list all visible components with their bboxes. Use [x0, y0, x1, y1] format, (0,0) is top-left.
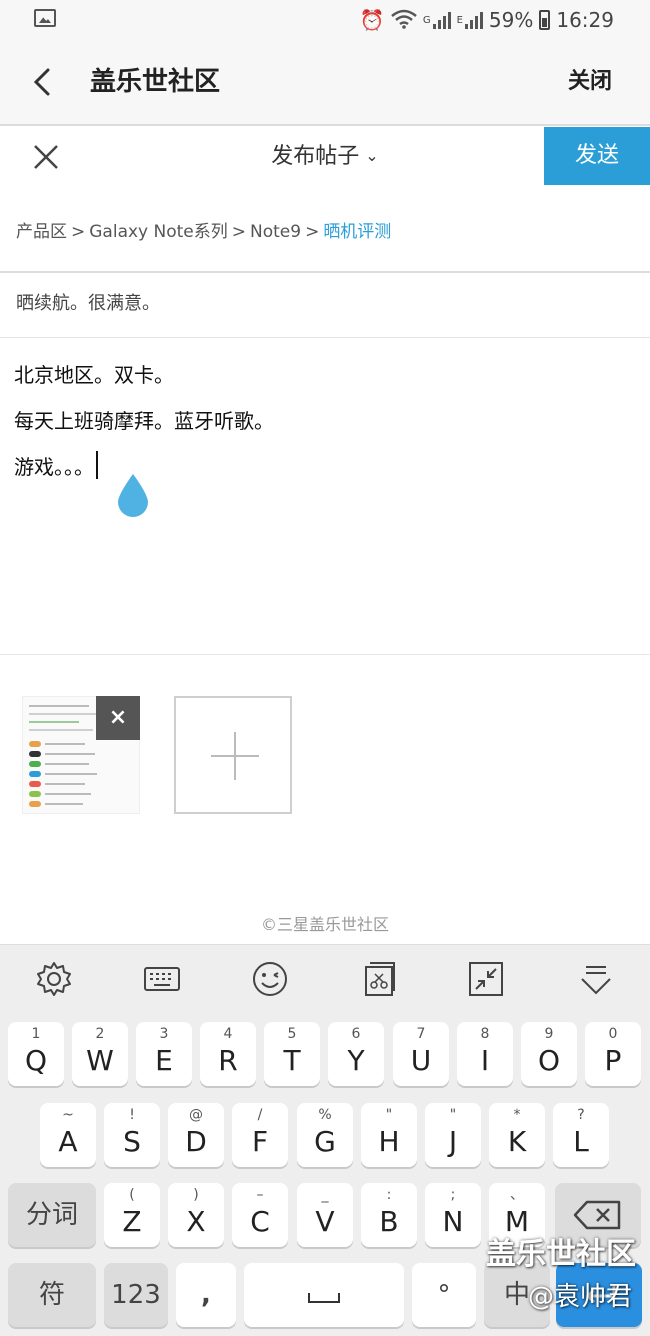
keyboard-switch-button[interactable] — [142, 959, 182, 999]
settings-button[interactable] — [34, 959, 74, 999]
back-arrow-icon — [33, 68, 50, 96]
key-k[interactable]: * K — [489, 1103, 545, 1167]
body-line: 每天上班骑摩拜。蓝牙听歌。 — [14, 409, 274, 433]
signal-2-icon — [464, 11, 483, 29]
breadcrumb-item[interactable]: Note9 — [250, 222, 301, 242]
status-bar: ⏰ G E 59% 16:29 — [0, 0, 650, 40]
key-n[interactable]: ; N — [425, 1183, 481, 1247]
key-x[interactable]: ) X — [168, 1183, 224, 1247]
remove-image-button[interactable]: × — [96, 696, 140, 740]
keyboard-icon — [144, 967, 180, 991]
key-z[interactable]: (Z — [104, 1183, 160, 1247]
key-y[interactable]: 6Y — [328, 1022, 384, 1086]
breadcrumb-separator: > — [71, 222, 86, 242]
breadcrumb-separator: > — [305, 222, 320, 242]
body-line: 北京地区。双卡。 — [14, 363, 174, 387]
alarm-icon: ⏰ — [359, 8, 385, 32]
key-j[interactable]: " J — [425, 1103, 481, 1167]
hide-keyboard-button[interactable] — [576, 959, 616, 999]
space-key[interactable] — [244, 1263, 404, 1327]
close-icon — [34, 145, 58, 169]
watermark-line1: 盖乐世社区 — [486, 1237, 636, 1272]
clipboard-button[interactable] — [358, 959, 398, 999]
hide-keyboard-icon — [581, 966, 611, 995]
post-title-input[interactable]: 晒续航。很满意。 — [16, 288, 160, 320]
clipboard-icon — [365, 962, 395, 996]
network-type-2: E — [456, 14, 463, 26]
key-l[interactable]: ? L — [553, 1103, 609, 1167]
divider — [0, 337, 650, 338]
emoji-button[interactable] — [250, 959, 290, 999]
key-r[interactable]: 4R — [200, 1022, 256, 1086]
send-button[interactable]: 发送 — [544, 127, 650, 185]
breadcrumb-item[interactable]: Galaxy Note系列 — [89, 222, 228, 242]
numbers-key[interactable]: 123 — [104, 1263, 168, 1327]
text-cursor — [96, 451, 98, 479]
clock: 16:29 — [556, 8, 614, 32]
space-icon — [308, 1293, 340, 1303]
key-w[interactable]: 2W — [72, 1022, 128, 1086]
key-b[interactable]: :B — [361, 1183, 417, 1247]
post-body-editor[interactable]: 北京地区。双卡。 每天上班骑摩拜。蓝牙听歌。 游戏。。。 — [14, 352, 274, 490]
watermark-line2: @袁帅君 — [527, 1282, 632, 1312]
image-notification-icon — [34, 9, 56, 27]
key-t[interactable]: 5T — [264, 1022, 320, 1086]
divider — [0, 271, 650, 273]
key-p[interactable]: 0P — [585, 1022, 641, 1086]
gear-icon — [37, 962, 71, 996]
discard-button[interactable] — [30, 141, 62, 173]
breadcrumb: 产品区 > Galaxy Note系列 > Note9 > 晒机评测 — [16, 217, 391, 247]
body-line-text: 游戏。。。 — [14, 455, 94, 479]
key-q[interactable]: 1Q — [8, 1022, 64, 1086]
breadcrumb-active-category[interactable]: 晒机评测 — [323, 222, 391, 242]
key-a[interactable]: ~ A — [40, 1103, 96, 1167]
compose-bar: 发布帖子 ⌄ 发送 — [0, 127, 650, 185]
divider — [0, 654, 650, 655]
network-type-1: G — [422, 14, 431, 26]
battery-percent: 59% — [488, 8, 534, 32]
close-button[interactable]: 关闭 — [568, 62, 612, 102]
symbol-key[interactable]: 符 — [8, 1263, 96, 1327]
key-d[interactable]: @ D — [168, 1103, 224, 1167]
split-word-key[interactable]: 分词 — [8, 1183, 96, 1247]
key-s[interactable]: ! S — [104, 1103, 160, 1167]
key-f[interactable]: / F — [232, 1103, 288, 1167]
back-button[interactable] — [26, 64, 62, 100]
page-title: 盖乐世社区 — [90, 67, 221, 97]
wifi-icon — [391, 9, 417, 32]
key-v[interactable]: _ V — [297, 1183, 353, 1247]
add-image-button[interactable] — [174, 696, 292, 814]
period-key[interactable]: ° — [412, 1263, 476, 1327]
signal-1-icon — [432, 11, 451, 29]
key-g[interactable]: % G — [297, 1103, 353, 1167]
breadcrumb-item[interactable]: 产品区 — [16, 222, 67, 242]
emoji-icon — [253, 962, 287, 996]
cursor-handle-icon[interactable] — [116, 472, 150, 518]
comma-key[interactable]: , — [176, 1263, 236, 1327]
backspace-icon — [573, 1200, 621, 1230]
soft-keyboard: 1Q 2W 3E 4R 5T 6Y 7U 8I 9O 0P ~ A ! S @ D /… — [0, 944, 650, 1336]
key-u[interactable]: 7U — [393, 1022, 449, 1086]
key-o[interactable]: 9O — [521, 1022, 577, 1086]
battery-icon — [539, 10, 551, 30]
breadcrumb-separator: > — [231, 222, 246, 242]
key-e[interactable]: 3E — [136, 1022, 192, 1086]
key-c[interactable]: – C — [232, 1183, 288, 1247]
key-i[interactable]: 8I — [457, 1022, 513, 1086]
chevron-down-icon: ⌄ — [365, 146, 379, 165]
resize-icon — [469, 962, 503, 996]
copyright-text: ©三星盖乐世社区 — [260, 915, 389, 934]
compose-title-label: 发布帖子 — [271, 144, 360, 169]
key-h[interactable]: " H — [361, 1103, 417, 1167]
app-header: 盖乐世社区 关闭 — [0, 40, 650, 126]
status-icons: ⏰ G E 59% 16:29 — [360, 6, 614, 34]
resize-keyboard-button[interactable] — [466, 959, 506, 999]
keyboard-toolbar — [0, 945, 650, 1013]
